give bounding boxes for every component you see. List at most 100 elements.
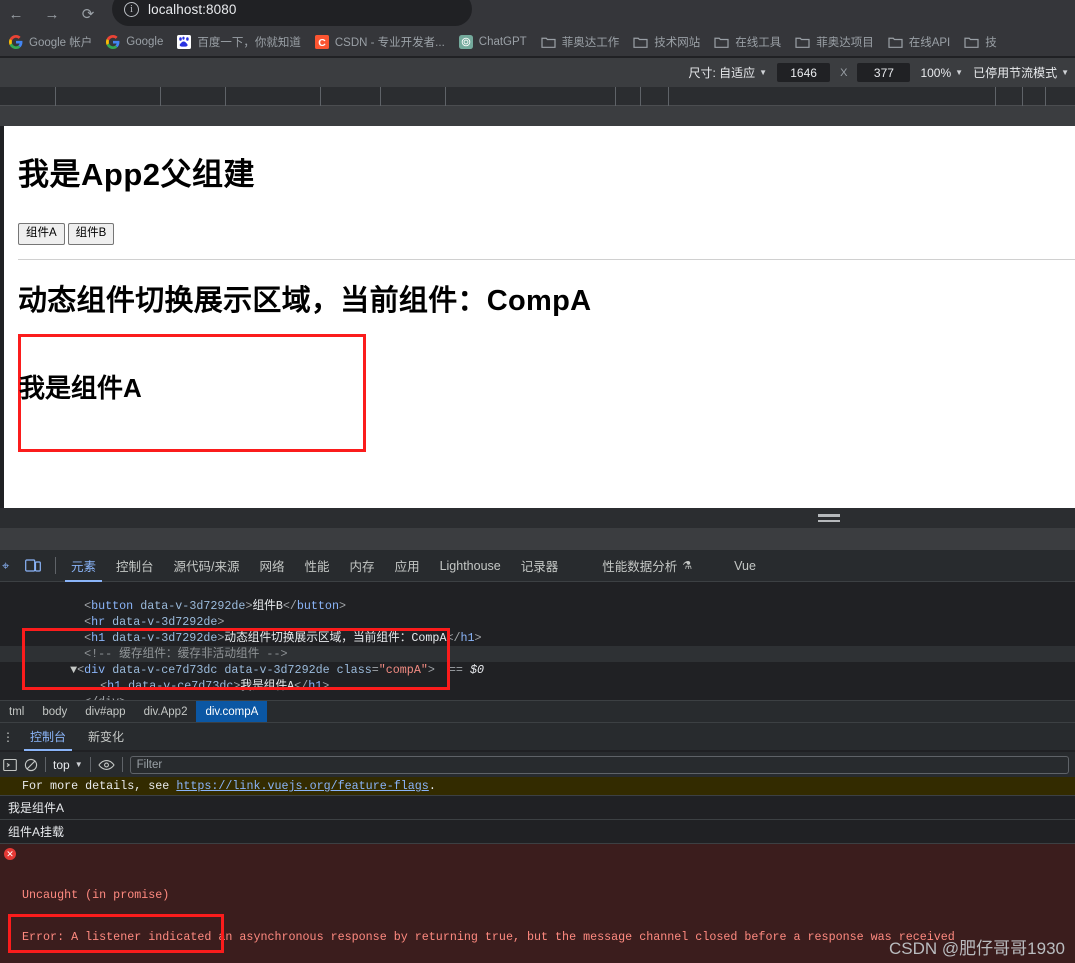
chatgpt-icon: [458, 35, 473, 49]
dom-line[interactable]: <button data-v-3d7292de>组件B</button>: [0, 582, 1075, 613]
console-warning-message[interactable]: For more details, see https://link.vuejs…: [0, 777, 1075, 796]
bookmark-item[interactable]: Google 帐户: [2, 31, 99, 53]
device-size-dropdown[interactable]: 尺寸: 自适应 ▼: [689, 64, 768, 81]
watermark: CSDN @肥仔哥哥1930: [889, 939, 1065, 958]
tab-memory[interactable]: 内存: [340, 550, 385, 582]
zoom-level-label: 100%: [920, 65, 952, 80]
tab-performance-insights[interactable]: 性能数据分析 ⚗: [592, 550, 702, 582]
component-a-button[interactable]: 组件A: [18, 223, 65, 245]
divider: [121, 757, 123, 772]
inspect-element-icon[interactable]: ⌖: [2, 558, 16, 574]
dom-text: 组件B: [252, 599, 283, 613]
console-log-message[interactable]: 我是组件A: [0, 796, 1075, 820]
tab-vue[interactable]: Vue: [724, 550, 766, 582]
tab-performance[interactable]: 性能: [295, 550, 340, 582]
elements-tree[interactable]: <button data-v-3d7292de>组件B</button> <hr…: [0, 582, 1075, 700]
dom-attr: data-v-ce7d73dc: [112, 663, 218, 677]
viewport-height-input[interactable]: [857, 63, 911, 82]
console-context-selector[interactable]: top ▼: [53, 758, 83, 772]
live-expression-icon[interactable]: [97, 759, 115, 771]
zoom-dropdown[interactable]: 100% ▼: [920, 66, 963, 80]
reload-icon[interactable]: ⟳: [76, 2, 100, 26]
dom-tag: div: [84, 663, 106, 677]
page-viewport: 我是App2父组建 组件A 组件B 动态组件切换展示区域，当前组件：CompA …: [4, 126, 1075, 508]
bookmark-label: CSDN - 专业开发者...: [334, 37, 445, 49]
console-filter-input[interactable]: [129, 755, 1069, 774]
dom-attr: data-v-3d7292de: [112, 631, 218, 645]
viewport-width-input[interactable]: [777, 63, 831, 82]
folder-icon: [541, 37, 556, 48]
site-info-icon[interactable]: i: [124, 1, 139, 17]
bookmark-label: Google 帐户: [29, 37, 93, 49]
breadcrumb-label: tml: [9, 705, 25, 718]
dom-tag-close: h1: [460, 631, 475, 645]
bookmark-folder[interactable]: 技术网站: [626, 31, 707, 53]
bookmark-folder[interactable]: 技: [957, 31, 1004, 53]
component-b-button[interactable]: 组件B: [67, 223, 115, 245]
forward-icon[interactable]: →: [40, 2, 64, 26]
address-bar-url: localhost:8080: [148, 1, 237, 17]
back-icon[interactable]: ←: [4, 2, 28, 26]
resize-handle-icon[interactable]: [818, 514, 840, 522]
folder-icon: [888, 37, 903, 48]
bookmark-item[interactable]: 百度一下，你就知道: [170, 31, 308, 53]
dom-dollar-ref: $0: [469, 663, 484, 677]
device-size-label: 尺寸: 自适应: [688, 66, 756, 80]
bookmark-folder[interactable]: 在线工具: [707, 31, 788, 53]
csdn-icon: C: [314, 35, 329, 49]
tab-application[interactable]: 应用: [385, 550, 430, 582]
throttling-dropdown[interactable]: 已停用节流模式 ▼: [973, 64, 1069, 81]
breadcrumb-item-app2[interactable]: div.App2: [135, 701, 197, 723]
devtools-left-icons: ⌖: [0, 557, 61, 574]
devtools-splitter[interactable]: [0, 508, 1075, 528]
bookmark-folder[interactable]: 在线API: [881, 31, 958, 53]
tab-elements[interactable]: 元素: [61, 550, 106, 582]
tab-lighthouse[interactable]: Lighthouse: [430, 550, 511, 582]
breadcrumb-item-compa[interactable]: div.compA: [196, 700, 268, 723]
bookmark-label: 菲奥达项目: [816, 37, 874, 49]
drawer-tab-whats-new[interactable]: 新变化: [78, 723, 134, 751]
drawer-tabbar: ⋮ 控制台 新变化: [0, 722, 1075, 751]
console-log-message[interactable]: 组件A挂载: [0, 820, 1075, 844]
divider: [55, 557, 56, 574]
page-title: 我是App2父组建: [18, 157, 255, 192]
svg-text:C: C: [318, 37, 326, 49]
log-text: 组件A挂载: [8, 825, 65, 839]
bookmark-label: 百度一下，你就知道: [197, 37, 301, 49]
dom-attr: data-v-ce7d73dc: [128, 679, 234, 693]
address-bar[interactable]: i localhost:8080: [112, 0, 472, 26]
viewport-ruler[interactable]: [0, 87, 1075, 106]
bookmark-label: Google: [126, 36, 164, 48]
bookmark-item[interactable]: C CSDN - 专业开发者...: [308, 31, 452, 53]
drawer-tab-console[interactable]: 控制台: [20, 723, 76, 751]
more-options-icon[interactable]: ⋮: [0, 730, 18, 744]
error-line-1: Uncaught (in promise): [22, 888, 170, 902]
screenshot-root: ← → ⟳ i localhost:8080 Google 帐户 Google …: [0, 0, 1075, 963]
breadcrumb-item-app[interactable]: div#app: [76, 701, 134, 723]
divider: [45, 757, 46, 772]
dom-attr: data-v-3d7292de: [224, 663, 330, 677]
google-icon: [106, 35, 120, 49]
dimension-separator: X: [840, 66, 848, 79]
viewport-ruler-gutter: [0, 106, 1075, 126]
tab-network[interactable]: 网络: [250, 550, 295, 582]
vuejs-feature-flags-link[interactable]: https://link.vuejs.org/feature-flags: [176, 779, 429, 793]
flask-icon: ⚗: [682, 560, 693, 572]
clear-console-icon[interactable]: [24, 758, 38, 772]
dom-tag: h1: [91, 631, 106, 645]
folder-icon: [714, 37, 729, 48]
console-sidebar-icon[interactable]: [3, 758, 17, 772]
warning-tail: .: [428, 779, 436, 793]
bookmark-folder[interactable]: 菲奥达项目: [788, 31, 881, 53]
breadcrumb-item-body[interactable]: body: [33, 701, 76, 723]
tab-console[interactable]: 控制台: [106, 550, 164, 582]
bookmark-folder[interactable]: 菲奥达工作: [534, 31, 627, 53]
tab-sources[interactable]: 源代码/来源: [164, 550, 250, 582]
tab-recorder[interactable]: 记录器: [511, 550, 569, 582]
breadcrumb-item-html[interactable]: tml: [0, 701, 33, 723]
bookmark-item[interactable]: Google: [99, 31, 170, 53]
bookmark-item[interactable]: ChatGPT: [452, 31, 534, 53]
dom-attr: data-v-3d7292de: [140, 599, 246, 613]
device-toolbar-icon[interactable]: [25, 558, 41, 573]
warning-text: For more details, see: [22, 779, 177, 793]
